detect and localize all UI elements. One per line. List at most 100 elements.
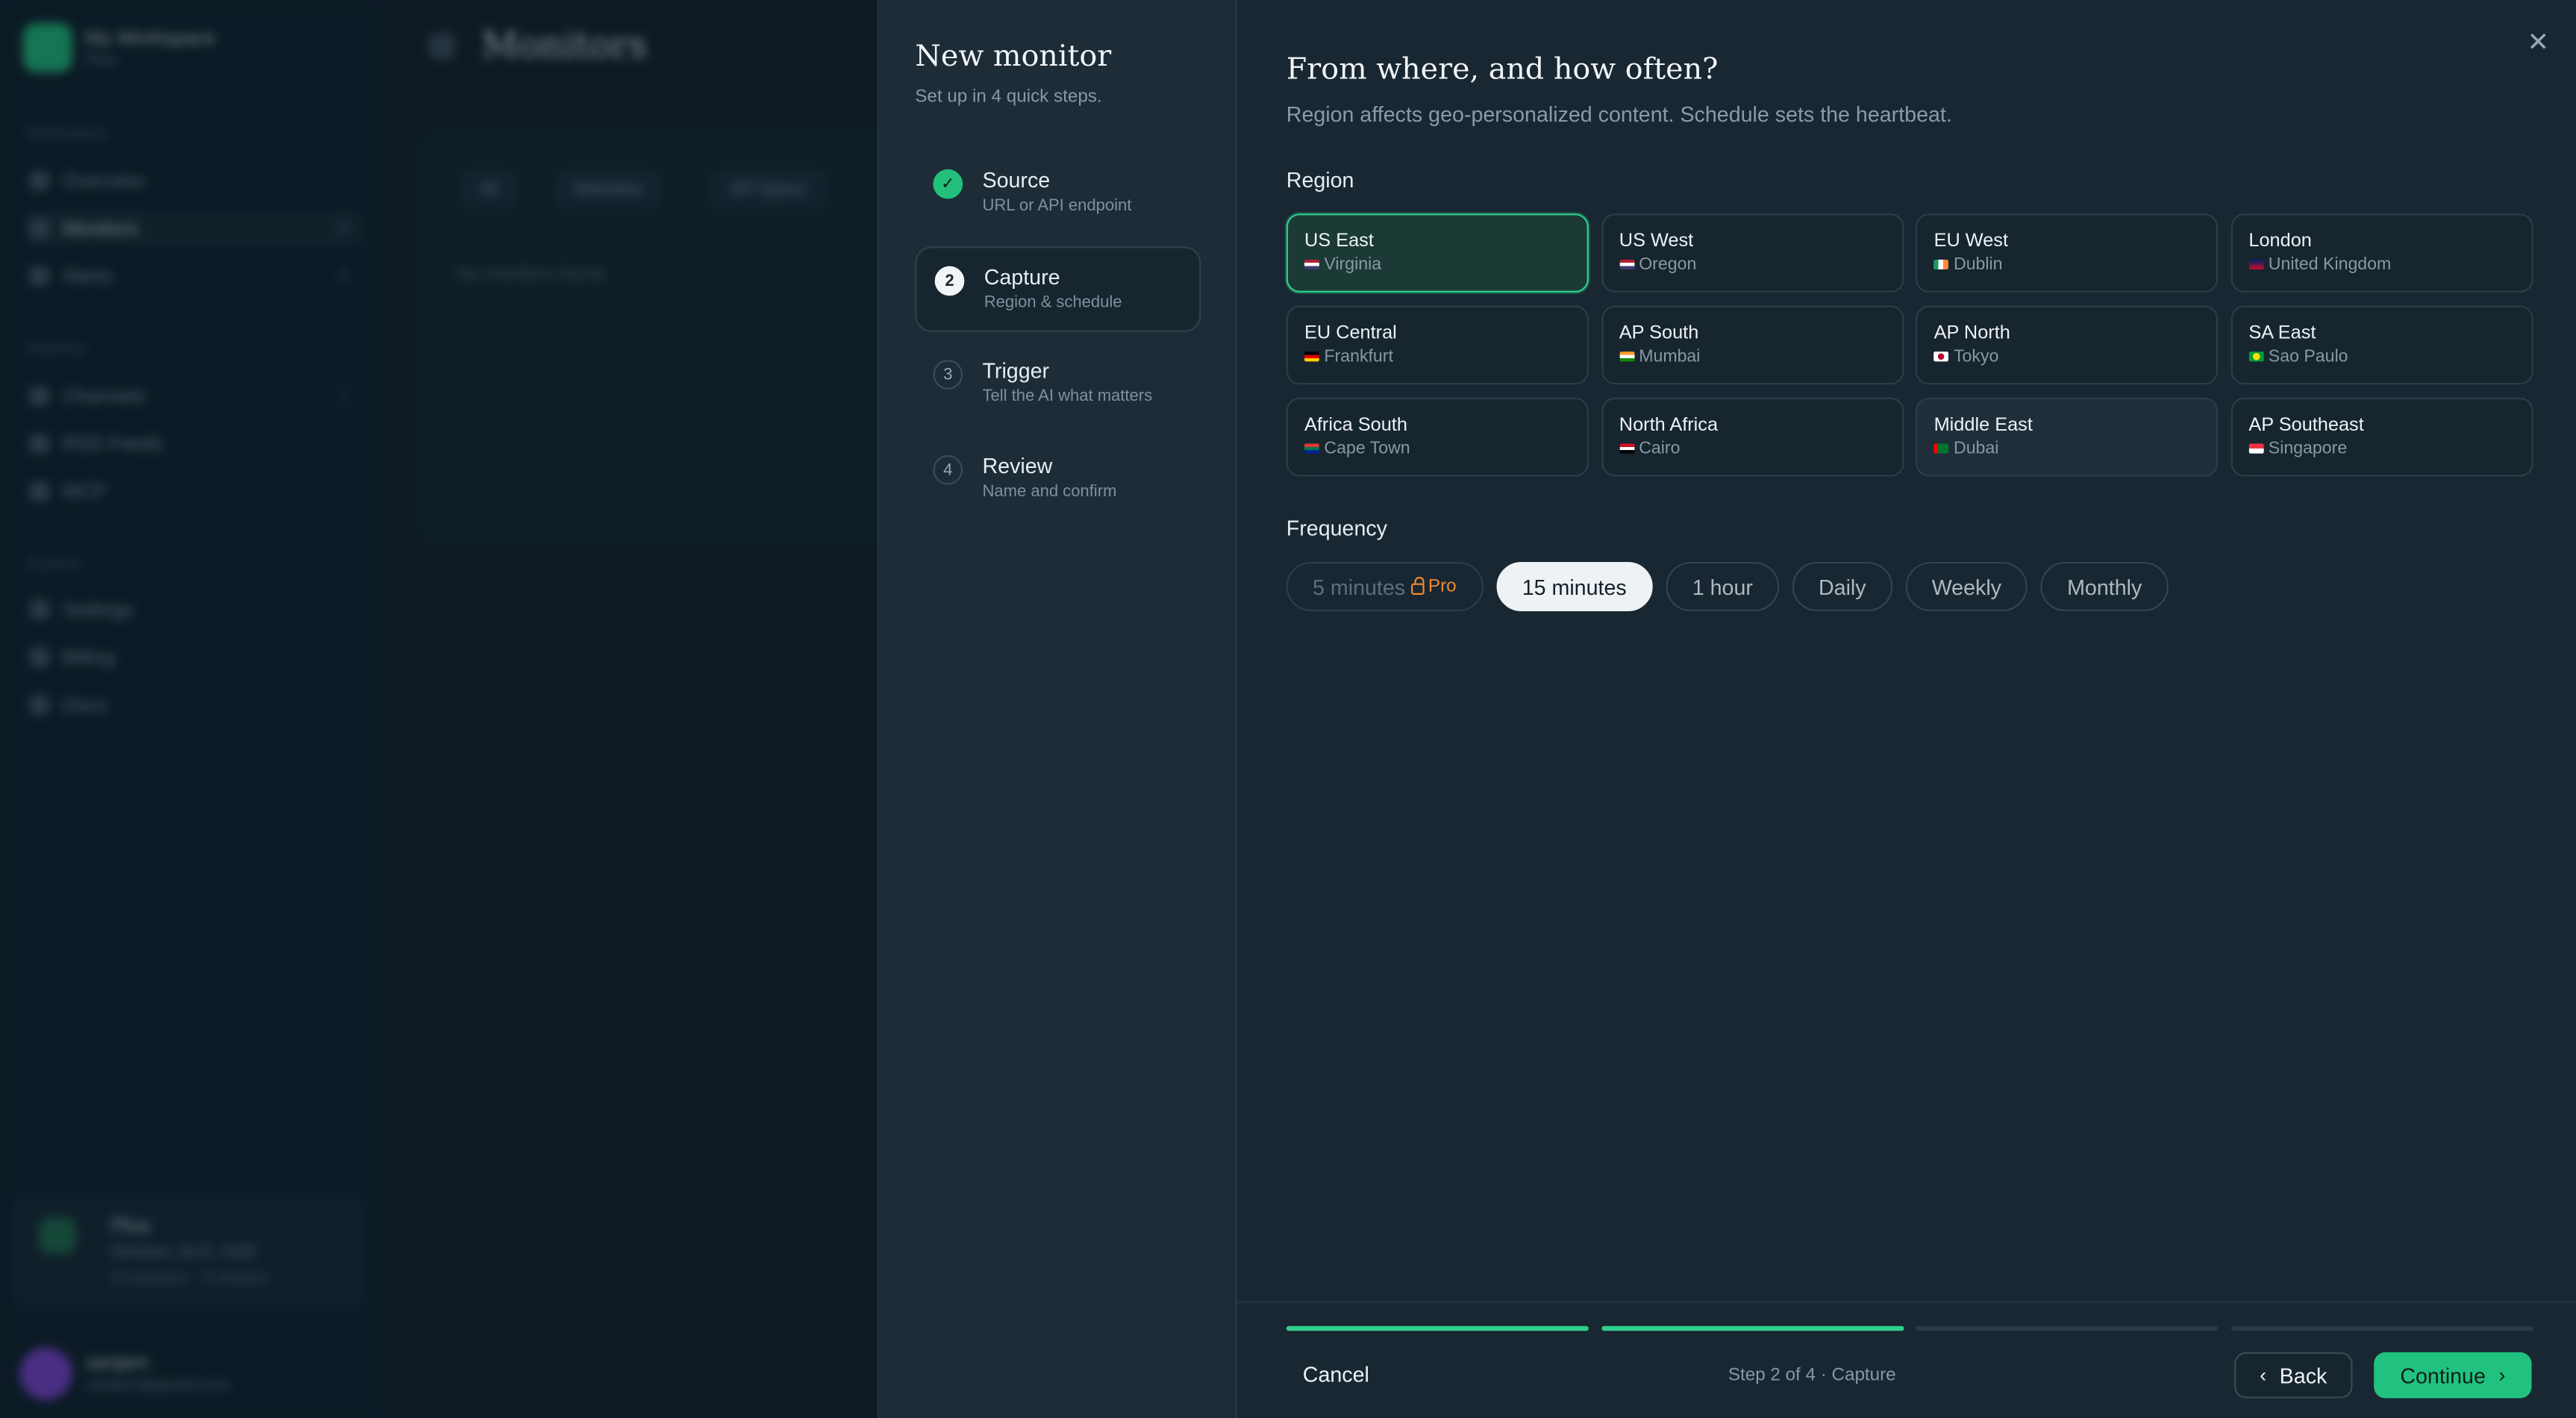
step-source[interactable]: ✓ Source URL or API endpoint	[915, 152, 1201, 237]
region-option[interactable]: US East Virginia	[1286, 213, 1589, 293]
avatar	[19, 1347, 72, 1400]
region-city: Dubai	[1953, 438, 1999, 459]
progress-segment	[1601, 1325, 1904, 1331]
flag-icon	[1619, 443, 1634, 454]
filter-websites[interactable]: Websites	[555, 169, 663, 209]
step-capture[interactable]: 2 Capture Region & schedule	[915, 246, 1201, 332]
frequency-chip[interactable]: 5 minutes Pro	[1286, 561, 1483, 611]
region-location: United Kingdom	[2248, 254, 2531, 275]
sidebar-item-channels[interactable]: Channels 1	[26, 378, 365, 413]
sidebar-item-docs[interactable]: Docs	[26, 687, 365, 722]
progress-bar	[1286, 1325, 2533, 1333]
sidebar-item-billing[interactable]: Billing	[26, 639, 365, 675]
frequency-chip[interactable]: Monthly	[2040, 561, 2169, 611]
frequency-label: Daily	[1818, 574, 1866, 599]
region-location: Virginia	[1304, 254, 1587, 275]
sidebar-item-alerts[interactable]: Alerts 0	[26, 258, 365, 294]
region-city: Cairo	[1639, 438, 1681, 459]
region-option[interactable]: AP South Mumbai	[1601, 305, 1904, 385]
step-review[interactable]: 4 Review Name and confirm	[915, 437, 1201, 522]
sidebar-item-monitors[interactable]: Monitors 0	[26, 210, 365, 247]
back-button[interactable]: ‹ Back	[2234, 1352, 2353, 1399]
region-city: Tokyo	[1953, 346, 1999, 366]
flag-icon	[1933, 352, 1949, 362]
gear-icon	[29, 599, 50, 620]
region-city: Mumbai	[1639, 346, 1701, 366]
step-sub: Name and confirm	[982, 483, 1117, 502]
frequency-chip[interactable]: Daily	[1792, 561, 1892, 611]
region-name: EU West	[1933, 231, 2009, 252]
region-location: Cape Town	[1304, 439, 1587, 458]
frequency-options: 5 minutes Pro 15 minutes 1 hour Daily Weekly M…	[1286, 561, 2169, 611]
plan-usage: 0 monitors · 0 checks	[111, 1269, 268, 1289]
progress-segment	[1916, 1325, 2219, 1331]
frequency-chip[interactable]: 1 hour	[1666, 561, 1780, 611]
user-email: sanjam@gmail.com	[85, 1376, 231, 1396]
flag-icon	[2248, 443, 2264, 454]
frequency-label: 5 minutes	[1312, 574, 1406, 599]
region-option[interactable]: US West Oregon	[1601, 213, 1904, 293]
frequency-label: Weekly	[1931, 574, 2002, 599]
plan-title: Plus	[111, 1214, 151, 1237]
step-label: Source	[982, 167, 1051, 193]
workspace-logo	[22, 22, 72, 72]
region-name: US East	[1304, 231, 1374, 252]
sidebar-item-mcp[interactable]: MCP	[26, 473, 365, 509]
filter-api-specs[interactable]: API Specs	[710, 169, 826, 209]
sidebar: My Workspace Plus Workspace Overview Mon…	[0, 0, 378, 1418]
chevron-right-icon: ›	[2498, 1364, 2506, 1387]
region-option[interactable]: SA East Sao Paulo	[2230, 305, 2533, 385]
sidebar-section-workspace: Workspace	[26, 125, 108, 143]
modal-footer: Cancel Step 2 of 4 · Capture ‹ Back Cont…	[1237, 1301, 2576, 1418]
step-sub: URL or API endpoint	[982, 197, 1132, 216]
progress-segment	[1286, 1325, 1589, 1331]
region-option[interactable]: AP North Tokyo	[1916, 305, 2219, 385]
sidebar-item-overview[interactable]: Overview	[26, 163, 365, 199]
region-city: Singapore	[2268, 438, 2348, 459]
region-option[interactable]: AP Southeast Singapore	[2230, 397, 2533, 477]
region-option[interactable]: EU Central Frankfurt	[1286, 305, 1589, 385]
region-name: EU Central	[1304, 323, 1397, 344]
step-sub: Tell the AI what matters	[982, 387, 1153, 406]
step-content: ✕ From where, and how often? Region affe…	[1237, 0, 2576, 1418]
continue-button[interactable]: Continue ›	[2374, 1352, 2532, 1399]
frequency-label: 15 minutes	[1522, 574, 1627, 599]
frequency-chip[interactable]: Weekly	[1905, 561, 2028, 611]
frequency-label: Frequency	[1286, 516, 1387, 541]
step-label: Capture	[984, 264, 1060, 290]
back-label: Back	[2279, 1363, 2328, 1388]
region-option[interactable]: Middle East Dubai	[1916, 397, 2219, 477]
region-name: Africa South	[1304, 416, 1407, 436]
region-location: Sao Paulo	[2248, 347, 2531, 366]
region-option[interactable]: Africa South Cape Town	[1286, 397, 1589, 477]
region-name: AP South	[1619, 323, 1699, 344]
filter-all[interactable]: All	[460, 169, 518, 209]
region-name: North Africa	[1619, 416, 1719, 436]
pro-badge: Pro	[1411, 577, 1457, 596]
step-number: 4	[933, 455, 963, 485]
check-icon: ✓	[933, 169, 963, 199]
step-label: Trigger	[982, 357, 1050, 383]
page-title: Monitors	[481, 26, 648, 68]
region-option[interactable]: North Africa Cairo	[1601, 397, 1904, 477]
workspace-plan: Plus	[85, 52, 118, 71]
sidebar-item-rss-feeds[interactable]: RSS Feeds	[26, 425, 365, 461]
plan-renewal: Renews Jul 8, 1926	[111, 1243, 257, 1262]
step-trigger[interactable]: 3 Trigger Tell the AI what matters	[915, 342, 1201, 427]
plan-card[interactable]: Plus Renews Jul 8, 1926 0 monitors · 0 c…	[13, 1191, 365, 1310]
region-name: London	[2248, 231, 2312, 252]
close-icon[interactable]: ✕	[2522, 26, 2554, 59]
flag-icon	[1619, 352, 1634, 362]
sidebar-item-settings[interactable]: Settings	[26, 592, 365, 628]
region-option[interactable]: EU West Dublin	[1916, 213, 2219, 293]
frequency-chip[interactable]: 15 minutes	[1495, 561, 1653, 611]
menu-icon[interactable]	[428, 33, 455, 60]
continue-label: Continue	[2400, 1363, 2486, 1388]
region-city: Sao Paulo	[2268, 346, 2348, 366]
flag-icon	[2248, 259, 2264, 270]
step-number: 3	[933, 360, 963, 390]
region-name: US West	[1619, 231, 1694, 252]
region-location: Dublin	[1933, 254, 2217, 275]
region-option[interactable]: London United Kingdom	[2230, 213, 2533, 293]
user-menu[interactable]: sanjam sanjam@gmail.com	[19, 1347, 364, 1403]
